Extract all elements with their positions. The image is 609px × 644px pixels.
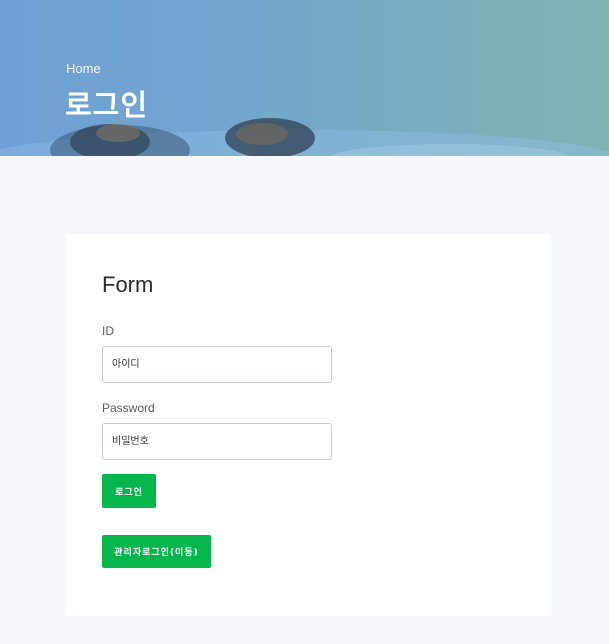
id-input[interactable] — [102, 346, 332, 383]
id-label: ID — [102, 324, 114, 338]
login-button[interactable]: 로그인 — [102, 474, 156, 508]
login-form-card: Form ID Password 로그인 관리자로그인(이동) — [66, 234, 551, 616]
page-hero-banner: Home 로그인 — [0, 0, 609, 156]
password-label: Password — [102, 401, 155, 415]
hero-background-image — [0, 118, 609, 156]
breadcrumb[interactable]: Home — [66, 61, 101, 76]
page-title: 로그인 — [65, 88, 149, 122]
admin-login-button[interactable]: 관리자로그인(이동) — [102, 535, 211, 568]
form-title: Form — [102, 272, 154, 297]
password-input[interactable] — [102, 423, 332, 460]
